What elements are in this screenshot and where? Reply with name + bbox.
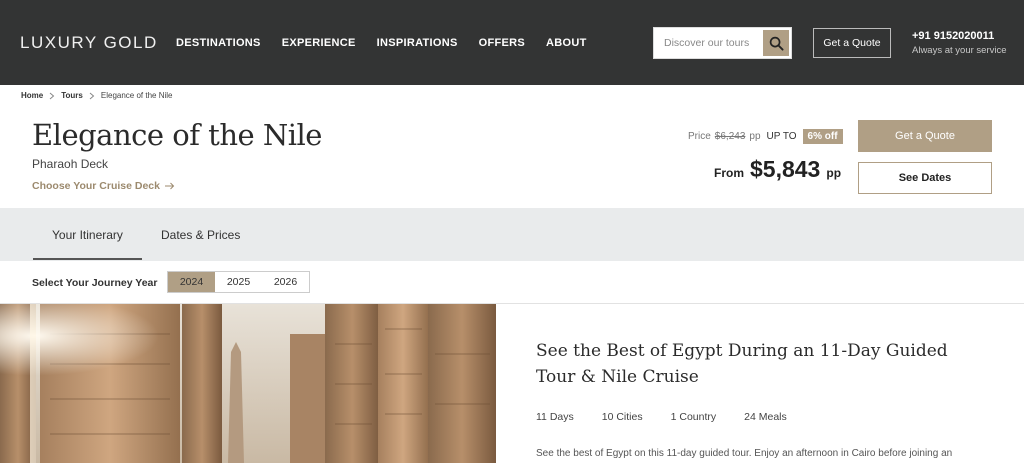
- old-price: $6,243: [714, 131, 746, 142]
- site-header: LUXURY GOLD DESTINATIONS EXPERIENCE INSP…: [0, 0, 1024, 85]
- chevron-right-icon: [89, 92, 95, 99]
- nav-inspirations[interactable]: INSPIRATIONS: [377, 37, 458, 49]
- phone-number[interactable]: +91 9152020011: [912, 30, 994, 42]
- stat-meals: 24 Meals: [744, 411, 787, 423]
- year-selector: 2024 2025 2026: [167, 271, 310, 293]
- active-tab-indicator: [33, 258, 142, 260]
- stat-days: 11 Days: [536, 411, 574, 423]
- tour-description: See the best of Egypt on this 11-day gui…: [536, 448, 953, 459]
- breadcrumb-home[interactable]: Home: [21, 91, 43, 100]
- search-box: [653, 27, 792, 59]
- stat-cities: 10 Cities: [601, 411, 643, 423]
- discount-badge: 6% off: [802, 129, 843, 144]
- chevron-right-icon: [49, 92, 55, 99]
- breadcrumb-current: Elegance of the Nile: [100, 91, 173, 100]
- price-label: Price: [688, 131, 711, 142]
- tour-stats: 11 Days 10 Cities 1 Country 24 Meals: [536, 411, 787, 423]
- tour-headline: See the Best of Egypt During an 11-Day G…: [536, 341, 948, 387]
- current-price: From $5,843 pp: [714, 156, 841, 183]
- stat-countries: 1 Country: [670, 411, 717, 423]
- upto-label: UP TO: [766, 131, 797, 142]
- service-text: Always at your service: [912, 45, 1007, 56]
- journey-year-label: Select Your Journey Year: [32, 277, 158, 289]
- page-title: Elegance of the Nile: [32, 118, 322, 152]
- main-nav: DESTINATIONS EXPERIENCE INSPIRATIONS OFF…: [176, 37, 587, 49]
- search-icon: [769, 36, 784, 51]
- price-amount: $5,843: [750, 156, 821, 182]
- header-quote-button[interactable]: Get a Quote: [813, 28, 891, 58]
- year-option-2026[interactable]: 2026: [262, 272, 309, 292]
- search-button[interactable]: [763, 30, 789, 56]
- nav-experience[interactable]: EXPERIENCE: [282, 37, 356, 49]
- breadcrumb-tours[interactable]: Tours: [61, 91, 83, 100]
- site-logo[interactable]: LUXURY GOLD: [20, 33, 158, 53]
- year-option-2025[interactable]: 2025: [215, 272, 262, 292]
- from-label: From: [714, 166, 744, 180]
- nav-about[interactable]: ABOUT: [546, 37, 587, 49]
- tab-dates-prices[interactable]: Dates & Prices: [161, 228, 240, 242]
- year-option-2024[interactable]: 2024: [168, 272, 215, 292]
- choose-deck-link[interactable]: Choose Your Cruise Deck: [32, 180, 175, 192]
- choose-deck-label: Choose Your Cruise Deck: [32, 180, 160, 192]
- hero-image-karnak-columns: [0, 304, 496, 463]
- arrow-right-icon: [164, 182, 175, 190]
- tab-your-itinerary[interactable]: Your Itinerary: [52, 228, 123, 242]
- nav-destinations[interactable]: DESTINATIONS: [176, 37, 261, 49]
- breadcrumb: Home Tours Elegance of the Nile: [21, 91, 172, 100]
- get-quote-button[interactable]: Get a Quote: [858, 120, 992, 152]
- price-pp: pp: [826, 166, 842, 180]
- see-dates-button[interactable]: See Dates: [858, 162, 992, 194]
- nav-offers[interactable]: OFFERS: [479, 37, 525, 49]
- search-input[interactable]: [654, 28, 762, 58]
- price-row: Price $6,243 pp UP TO 6% off: [688, 129, 843, 144]
- hero-illustration: [0, 304, 496, 463]
- old-price-pp: pp: [749, 131, 761, 142]
- tab-bar: Your Itinerary Dates & Prices: [0, 208, 1024, 261]
- page-subtitle: Pharaoh Deck: [32, 157, 109, 171]
